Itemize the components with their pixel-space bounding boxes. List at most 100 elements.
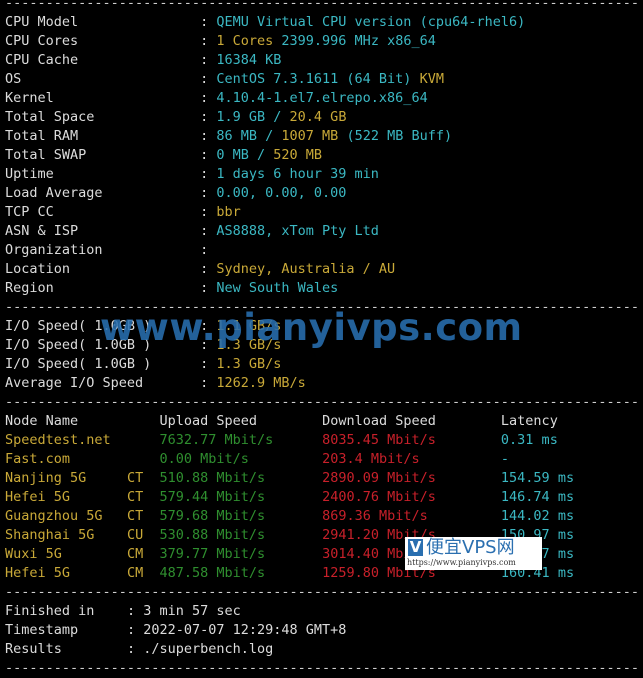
colon: : (200, 280, 209, 296)
colon: : (200, 204, 209, 220)
info-value: 0.00, 0.00, 0.00 (216, 185, 347, 201)
speed-row: Wuxi 5G CM 379.77 Mbit/s 3014.40 Mbit/s 7 m… (5, 545, 638, 564)
speed-row: Hefei 5G CT 579.44 Mbit/s 2400.76 Mbit/s 146… (5, 488, 638, 507)
colon: : (200, 147, 209, 163)
info-label: Kernel (5, 90, 54, 106)
info-value: 1.9 GB / (216, 109, 290, 125)
info-label: Location (5, 261, 71, 277)
info-value: 4.10.4-1.el7.elrepo.x86_64 (216, 90, 428, 106)
node-name: Guangzhou 5G (5, 508, 103, 524)
colon: : (200, 223, 209, 239)
speed-row: Shanghai 5G CU 530.88 Mbit/s 2941.20 Mbit/s… (5, 526, 638, 545)
upload-speed: 487.58 Mbit/s (159, 565, 266, 581)
node-isp: CT (126, 489, 144, 505)
colon: : (200, 14, 209, 30)
node-isp: CM (126, 565, 144, 581)
download-speed: 2890.09 Mbit/s (322, 470, 436, 486)
info-value: AS8888, xTom Pty Ltd (216, 223, 379, 239)
info-value: 520 MB (273, 147, 323, 163)
info-row: CPU Model: QEMU Virtual CPU version (cpu6… (5, 13, 638, 32)
colon: : (200, 375, 209, 391)
node-isp: CT (126, 470, 144, 486)
node-isp: CT (126, 508, 144, 524)
speed-row: Fast.com 0.00 Mbit/s 203.4 Mbit/s - (5, 450, 638, 469)
info-label: CPU Cores (5, 33, 79, 49)
info-label: TCP CC (5, 204, 54, 220)
info-label: CPU Cache (5, 52, 79, 68)
info-value: 1 days 6 hour 39 min (216, 166, 379, 182)
info-value: 16384 KB (216, 52, 282, 68)
download-speed: 869.36 Mbit/s (322, 508, 428, 524)
latency: 144.02 ms (500, 508, 575, 524)
summary-value: 3 min 57 sec (143, 603, 241, 619)
watermark-logo-icon: V (408, 538, 423, 556)
separator: ----------------------------------------… (5, 394, 638, 410)
io-value: 1.3 GB/s (216, 356, 282, 372)
info-row: Load Average:0.00, 0.00, 0.00 (5, 184, 638, 203)
info-row: CPU Cores:1 Cores 2399.996 MHz x86_64 (5, 32, 638, 51)
separator: ----------------------------------------… (5, 584, 638, 600)
node-isp: CM (126, 546, 144, 562)
upload-speed: 379.77 Mbit/s (159, 546, 266, 562)
speed-header-cell: Latency (500, 413, 558, 429)
info-row: CPU Cache:16384 KB (5, 51, 638, 70)
node-isp: CU (126, 527, 144, 543)
upload-speed: 579.44 Mbit/s (159, 489, 266, 505)
watermark-badge: V 便宜VPS网 https://www.pianyivps.com (405, 537, 542, 570)
node-name: Hefei 5G (5, 489, 71, 505)
info-value: 1 Cores (216, 33, 274, 49)
info-label: Total RAM (5, 128, 79, 144)
colon: : (200, 166, 209, 182)
info-row: ASN & ISP: AS8888, xTom Pty Ltd (5, 222, 638, 241)
io-value: 1262.9 MB/s (216, 375, 306, 391)
node-name: Fast.com (5, 451, 71, 467)
watermark-url: https://www.pianyivps.com (407, 558, 516, 567)
speed-header-cell: Download Speed (322, 413, 436, 429)
node-name: Speedtest.net (5, 432, 111, 448)
info-value: 86 MB / (216, 128, 282, 144)
upload-speed: 530.88 Mbit/s (159, 527, 266, 543)
info-value: New South Wales (216, 280, 339, 296)
upload-speed: 579.68 Mbit/s (159, 508, 266, 524)
watermark-text: www.pianyivps.com (100, 306, 523, 349)
speed-header: Node Name Upload Speed Download Speed Laten… (5, 412, 638, 431)
node-name: Wuxi 5G (5, 546, 62, 562)
info-value: 2399.996 MHz x86_64 (273, 33, 436, 49)
info-row: Uptime:1 days 6 hour 39 min (5, 165, 638, 184)
info-row: Total RAM:86 MB / 1007 MB (522 MB Buff) (5, 127, 638, 146)
summary-row: Finished in:3 min 57 sec (5, 602, 638, 621)
colon: : (200, 109, 209, 125)
info-row: Region: New South Wales (5, 279, 638, 298)
summary-label: Finished in (5, 603, 95, 619)
info-value: (522 MB Buff) (338, 128, 453, 144)
info-label: ASN & ISP (5, 223, 79, 239)
info-row: Total SWAP:0 MB / 520 MB (5, 146, 638, 165)
info-row: Total Space:1.9 GB / 20.4 GB (5, 108, 638, 127)
info-row: TCP CC: bbr (5, 203, 638, 222)
node-name: Nanjing 5G (5, 470, 87, 486)
io-label: Average I/O Speed (5, 375, 144, 391)
info-value: 1007 MB (281, 128, 339, 144)
speed-row: Hefei 5G CM 487.58 Mbit/s 1259.80 Mbit/s 160… (5, 564, 638, 583)
summary-row: Results: ./superbench.log (5, 640, 638, 659)
download-speed: 203.4 Mbit/s (322, 451, 420, 467)
colon: : (200, 52, 209, 68)
info-row: Location: Sydney, Australia / AU (5, 260, 638, 279)
info-value: bbr (216, 204, 241, 220)
colon: : (126, 622, 136, 638)
latency: 0.31 ms (500, 432, 558, 448)
info-label: CPU Model (5, 14, 79, 30)
info-value: 20.4 GB (289, 109, 347, 125)
colon: : (200, 71, 209, 87)
info-row: Kernel:4.10.4-1.el7.elrepo.x86_64 (5, 89, 638, 108)
colon: : (200, 185, 209, 201)
latency: 146.74 ms (500, 489, 575, 505)
latency: 154.59 ms (500, 470, 575, 486)
latency: - (500, 451, 510, 467)
summary-value: 2022-07-07 12:29:48 GMT+8 (143, 622, 347, 638)
info-label: Total Space (5, 109, 95, 125)
speed-header-cell: Upload Speed (159, 413, 258, 429)
info-value: Sydney, Australia / AU (216, 261, 396, 277)
info-row: Organization: (5, 241, 638, 260)
info-value: QEMU Virtual CPU version (cpu64-rhel6) (216, 14, 526, 30)
